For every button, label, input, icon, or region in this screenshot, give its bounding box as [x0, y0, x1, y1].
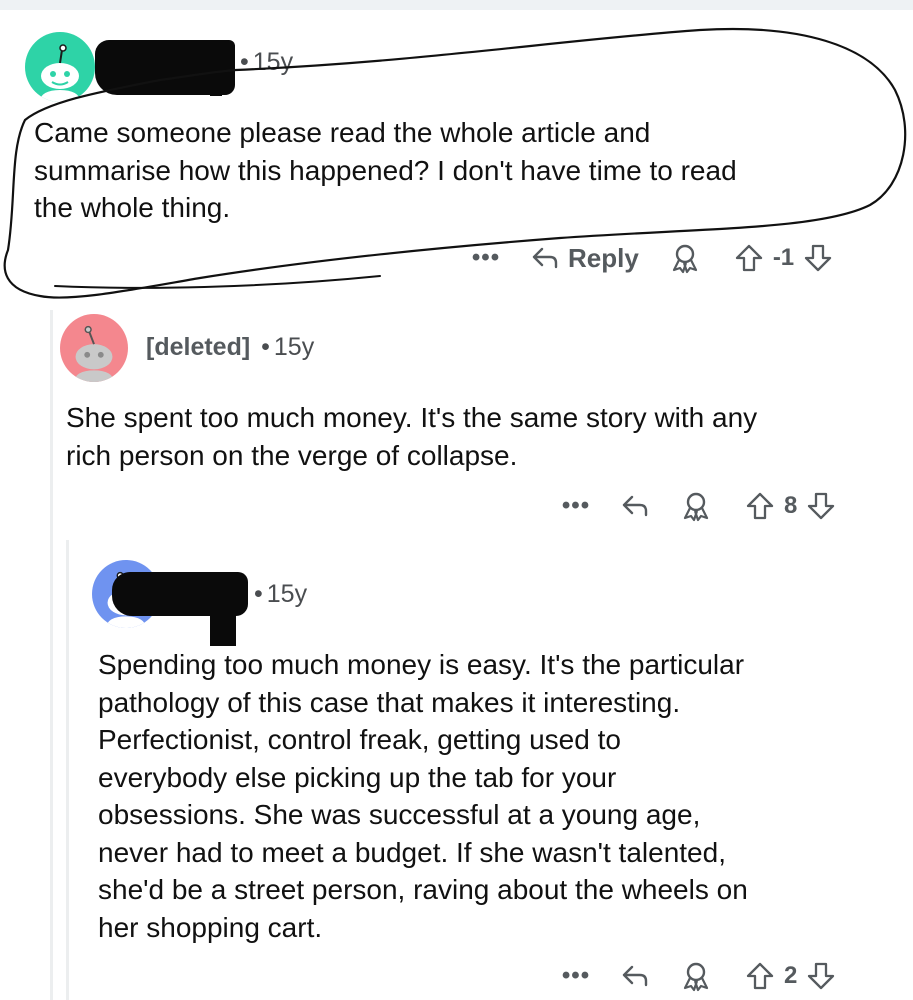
vote-score: 2 — [784, 962, 798, 989]
award-icon — [683, 492, 709, 522]
comment-actions: ••• Reply -1 — [466, 238, 832, 278]
comment-body: Spending too much money is easy. It's th… — [98, 646, 748, 946]
more-options-icon[interactable]: ••• — [466, 246, 506, 270]
comment-line: summarise how this happened? I don't hav… — [34, 154, 737, 186]
downvote-button[interactable] — [807, 491, 835, 521]
avatar[interactable] — [25, 32, 95, 102]
more-options-icon[interactable]: ••• — [556, 494, 596, 518]
author-name[interactable]: [deleted] — [146, 333, 250, 361]
comment-age: 15y — [252, 48, 294, 76]
award-icon — [672, 244, 697, 274]
upvote-button[interactable] — [746, 961, 774, 991]
comment-meta: • 15y — [236, 48, 293, 77]
reply-arrow-icon — [532, 247, 558, 269]
downvote-arrow-icon — [808, 962, 835, 990]
snoo-avatar-icon — [73, 325, 115, 382]
comment-meta: • 15y — [250, 580, 307, 609]
comment-line: everybody else picking up the tab for yo… — [98, 761, 617, 793]
comment-line: the whole thing. — [34, 192, 231, 223]
downvote-button[interactable] — [807, 961, 835, 991]
separator-dot: • — [261, 333, 270, 361]
redacted-username-mark — [210, 68, 222, 96]
comment-actions: ••• 8 — [556, 486, 835, 526]
comment-meta: [deleted] • 15y — [146, 333, 314, 362]
comment-line: never had to meet a budget. If she wasn'… — [98, 836, 726, 868]
reply-arrow-icon — [622, 965, 648, 987]
thread-line-level-2[interactable] — [66, 540, 69, 1000]
vote-score: -1 — [772, 244, 795, 271]
comment-line: her shopping cart. — [98, 911, 323, 943]
comment-body: Came someone please read the whole artic… — [34, 114, 737, 227]
comment-line: She spent too much money. It's the same … — [66, 402, 758, 433]
comment-age: 15y — [266, 580, 308, 608]
upvote-button[interactable] — [735, 243, 763, 273]
more-options-icon[interactable]: ••• — [556, 964, 596, 988]
downvote-arrow-icon — [808, 492, 835, 520]
downvote-button[interactable] — [804, 243, 832, 273]
comment-body: She spent too much money. It's the same … — [66, 399, 757, 474]
thread-line-level-1[interactable] — [50, 310, 53, 1000]
top-edge — [0, 0, 913, 10]
award-button[interactable] — [680, 960, 712, 992]
reply-button[interactable] — [620, 961, 650, 991]
comment-line: obsessions. She was successful at a youn… — [98, 799, 701, 830]
redacted-username-mark — [210, 610, 236, 646]
separator-dot: • — [254, 580, 263, 608]
comment-line: rich person on the verge of collapse. — [66, 439, 518, 471]
reply-button[interactable]: Reply — [530, 243, 639, 274]
reply-arrow-icon — [622, 495, 648, 517]
snoo-avatar-icon — [39, 44, 81, 102]
reply-label: Reply — [568, 242, 639, 273]
comment-actions: ••• 2 — [556, 956, 835, 996]
reply-button[interactable] — [620, 491, 650, 521]
comment-line: Came someone please read the whole artic… — [34, 117, 651, 148]
upvote-button[interactable] — [746, 491, 774, 521]
comment-line: she'd be a street person, raving about t… — [98, 874, 748, 905]
vote-score: 8 — [784, 492, 798, 519]
comment-line: pathology of this case that makes it int… — [98, 686, 681, 718]
upvote-arrow-icon — [746, 962, 774, 990]
upvote-arrow-icon — [746, 492, 774, 520]
award-button[interactable] — [669, 242, 701, 274]
comment-age: 15y — [273, 333, 315, 361]
comment-line: Perfectionist, control freak, getting us… — [98, 724, 621, 755]
award-icon — [683, 962, 709, 992]
downvote-arrow-icon — [805, 244, 832, 272]
comment-line: Spending too much money is easy. It's th… — [98, 649, 745, 680]
upvote-arrow-icon — [735, 244, 762, 272]
avatar[interactable] — [60, 314, 128, 382]
award-button[interactable] — [680, 490, 712, 522]
separator-dot: • — [240, 48, 249, 76]
